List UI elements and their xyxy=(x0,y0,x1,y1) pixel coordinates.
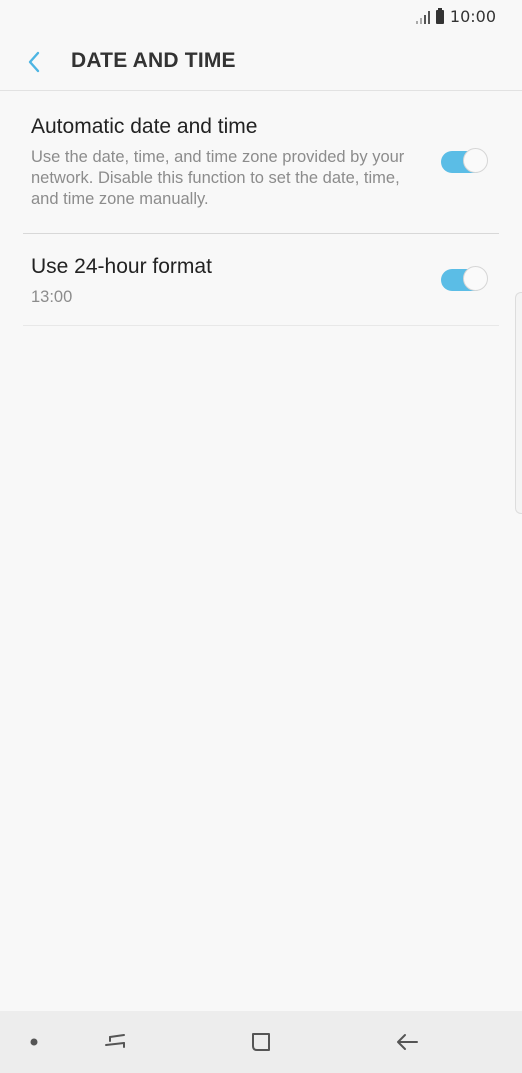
back-button[interactable] xyxy=(18,46,50,78)
divider xyxy=(23,233,499,234)
nav-dot[interactable] xyxy=(17,1025,51,1059)
navigation-bar xyxy=(0,1011,522,1073)
24-hour-format-toggle[interactable] xyxy=(441,266,488,293)
home-button[interactable] xyxy=(244,1025,278,1059)
automatic-date-time-toggle[interactable] xyxy=(441,148,488,175)
back-nav-button[interactable] xyxy=(390,1025,424,1059)
dot-icon xyxy=(30,1038,38,1046)
status-bar: 10:00 xyxy=(0,0,522,32)
divider xyxy=(23,325,499,326)
chevron-left-icon xyxy=(28,51,40,73)
back-arrow-icon xyxy=(397,1034,418,1050)
setting-24-hour-format[interactable]: Use 24-hour format 13:00 xyxy=(0,250,522,324)
setting-automatic-date-time[interactable]: Automatic date and time Use the date, ti… xyxy=(0,110,522,232)
recent-apps-button[interactable] xyxy=(98,1025,132,1059)
page-title: DATE AND TIME xyxy=(71,49,236,72)
edge-panel-handle[interactable] xyxy=(515,292,522,514)
signal-icon xyxy=(415,10,430,24)
setting-description: Use the date, time, and time zone provid… xyxy=(31,148,405,208)
app-bar: DATE AND TIME xyxy=(0,32,522,91)
setting-title: Automatic date and time xyxy=(31,115,258,138)
setting-value: 13:00 xyxy=(31,288,73,306)
battery-icon xyxy=(435,7,444,24)
status-time: 10:00 xyxy=(449,7,496,26)
recent-apps-icon xyxy=(105,1034,125,1048)
status-indicators: 10:00 xyxy=(415,7,496,26)
home-icon xyxy=(252,1033,270,1051)
setting-title: Use 24-hour format xyxy=(31,255,212,278)
